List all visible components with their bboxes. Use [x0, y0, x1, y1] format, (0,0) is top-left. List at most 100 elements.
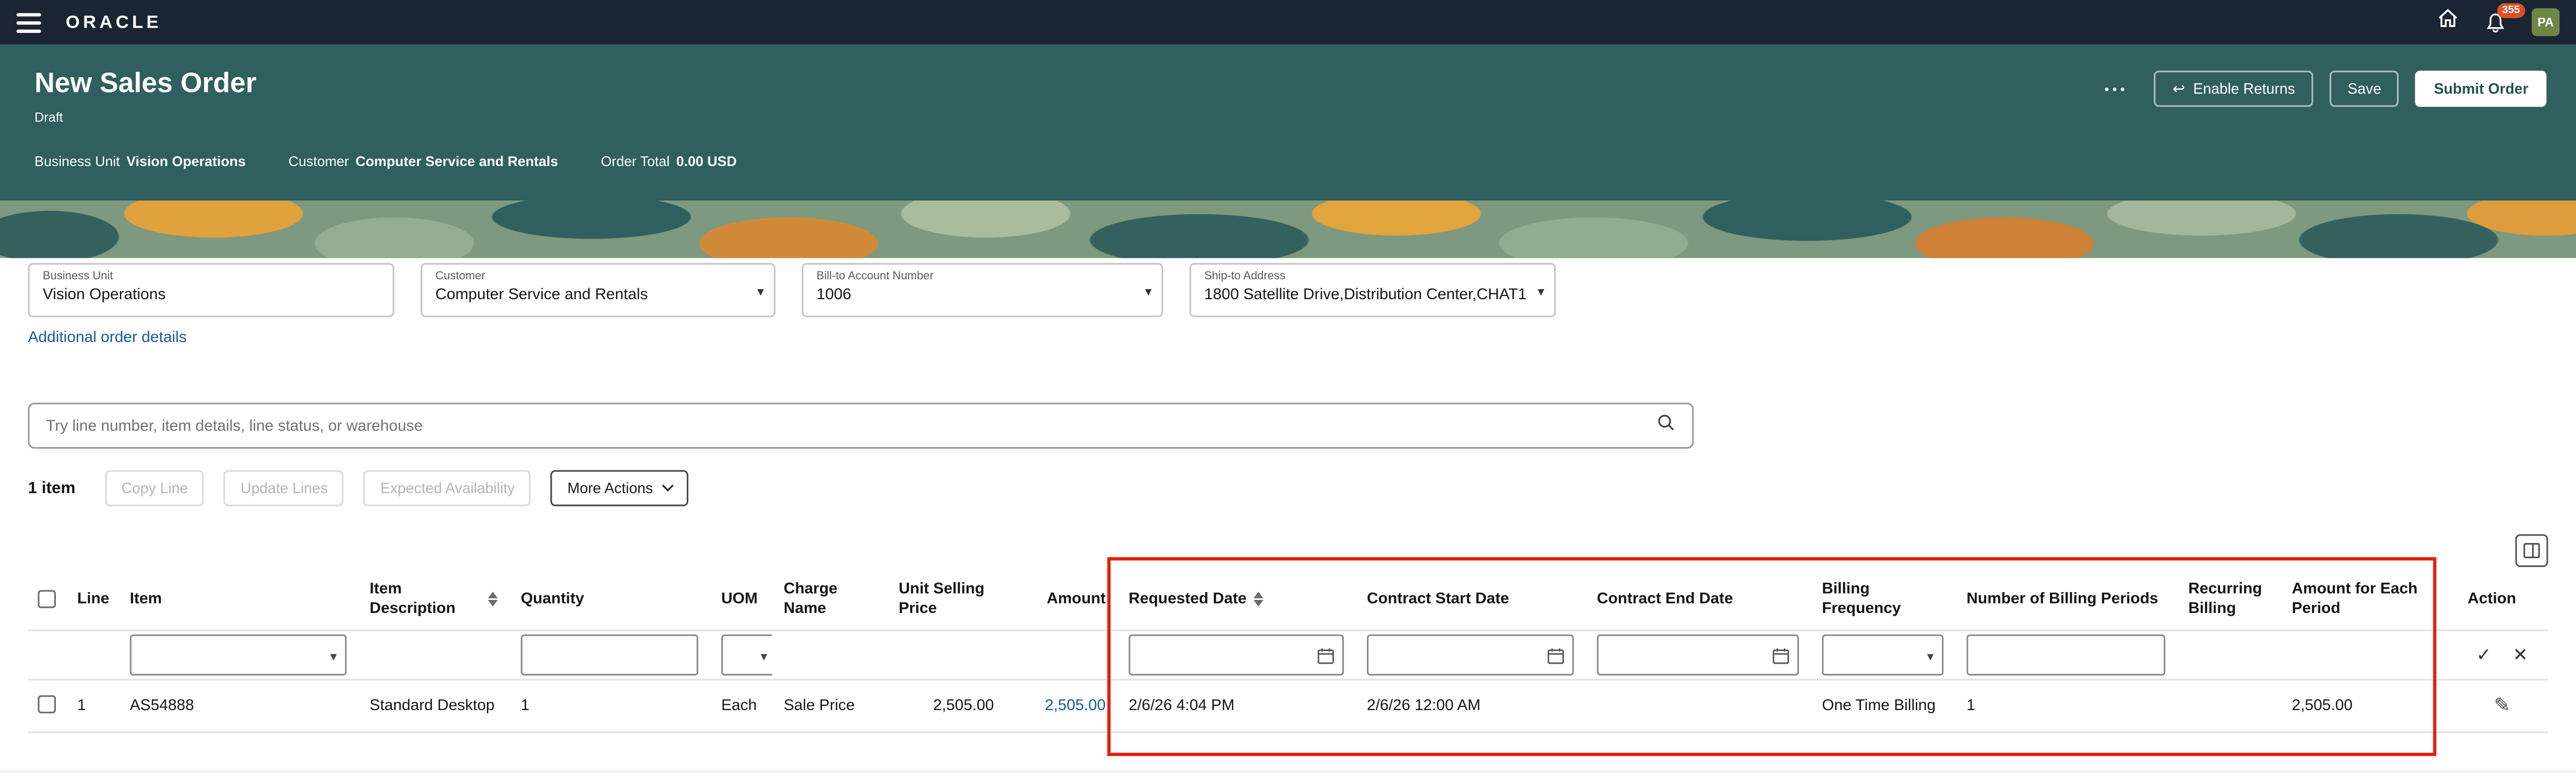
page-header: New Sales Order Draft Business Unit Visi… [0, 44, 2576, 200]
sort-icon[interactable] [1253, 592, 1263, 607]
business-unit-field[interactable]: Business Unit Vision Operations [28, 263, 395, 317]
col-header-amount: Amount [1006, 570, 1117, 629]
order-lines-table-wrap: Line Item Item Description Quantity UOM … [28, 570, 2548, 732]
filter-contract-start-date-input[interactable] [1367, 634, 1574, 675]
more-options-icon[interactable]: ••• [2104, 81, 2128, 96]
cell-amount-for-each-period: 2,505.00 [2280, 679, 2456, 731]
cell-quantity: 1 [509, 679, 710, 731]
order-summary-meta: Business Unit Vision Operations Customer… [34, 154, 2542, 170]
expected-availability-button[interactable]: Expected Availability [364, 470, 531, 506]
order-lines-section: Line Item Item Description Quantity UOM … [28, 534, 2548, 732]
select-all-checkbox[interactable] [38, 589, 56, 608]
order-lines-table: Line Item Item Description Quantity UOM … [28, 570, 2548, 732]
cell-line: 1 [66, 679, 118, 731]
col-header-uom: UOM [710, 570, 772, 629]
cell-requested-date: 2/6/26 4:04 PM [1117, 679, 1355, 731]
home-icon[interactable] [2436, 7, 2459, 38]
ship-to-address-field[interactable]: Ship-to Address 1800 Satellite Drive,Dis… [1189, 263, 1556, 317]
col-header-number-of-billing-periods: Number of Billing Periods [1955, 570, 2177, 629]
main-content: Business Unit Vision Operations Customer… [0, 263, 2576, 772]
header-action-buttons: ••• ↩ Enable Returns Save Submit Order [2104, 70, 2546, 107]
filter-billing-periods-input[interactable] [1966, 634, 2165, 675]
enable-returns-button[interactable]: ↩ Enable Returns [2154, 70, 2313, 107]
edit-pencil-icon[interactable]: ✎ [2467, 693, 2536, 716]
cell-unit-selling-price: 2,505.00 [887, 679, 1006, 731]
more-actions-button[interactable]: More Actions [551, 470, 689, 506]
col-header-contract-end-date: Contract End Date [1585, 570, 1810, 629]
sort-icon[interactable] [488, 592, 498, 607]
col-header-item-description[interactable]: Item Description [358, 570, 509, 629]
row-checkbox[interactable] [38, 696, 56, 714]
lines-toolbar: 1 item Copy Line Update Lines Expected A… [28, 470, 2548, 506]
chevron-down-icon: ▾ [760, 648, 767, 663]
hamburger-menu-icon[interactable] [16, 13, 41, 32]
cell-uom: Each [710, 679, 772, 731]
order-header-fields: Business Unit Vision Operations Customer… [28, 263, 2548, 317]
oracle-logo: ORACLE [66, 13, 162, 32]
submit-order-button[interactable]: Submit Order [2416, 70, 2546, 107]
decorative-banner [0, 200, 2576, 258]
filter-uom-select[interactable]: ▾ [721, 634, 772, 675]
status-badge: Draft [34, 111, 2542, 125]
order-line-row[interactable]: 1 AS54888 Standard Desktop 1 Each Sale P… [28, 679, 2548, 731]
columns-icon [2522, 541, 2542, 561]
return-arrow-icon: ↩ [2173, 81, 2185, 96]
cell-contract-end-date [1585, 679, 1810, 731]
cell-item: AS54888 [118, 679, 359, 731]
chevron-down-icon: ▾ [330, 648, 337, 663]
filter-contract-end-date [1597, 634, 1799, 675]
cell-billing-frequency: One Time Billing [1810, 679, 1955, 731]
customer-field[interactable]: Customer Computer Service and Rentals ▾ [421, 263, 776, 317]
cell-recurring-billing [2177, 679, 2280, 731]
col-header-action: Action [2456, 570, 2548, 629]
cell-item-description: Standard Desktop [358, 679, 509, 731]
col-header-quantity: Quantity [509, 570, 710, 629]
line-search-input[interactable] [46, 417, 1643, 435]
bill-to-account-field[interactable]: Bill-to Account Number 1006 ▾ [802, 263, 1163, 317]
chevron-down-icon[interactable]: ▾ [1537, 285, 1544, 299]
filter-contract-start-date [1367, 634, 1574, 675]
col-header-charge-name: Charge Name [772, 570, 887, 629]
cell-charge-name: Sale Price [772, 679, 887, 731]
col-header-unit-selling-price: Unit Selling Price [887, 570, 1006, 629]
col-header-line: Line [66, 570, 118, 629]
copy-line-button[interactable]: Copy Line [105, 470, 205, 506]
app-window: ORACLE 355 PA New Sales Order Draft Busi… [0, 0, 2576, 779]
chevron-down-icon [663, 480, 674, 491]
table-header-row: Line Item Item Description Quantity UOM … [28, 570, 2548, 629]
meta-business-unit: Business Unit Vision Operations [34, 154, 246, 170]
additional-order-details-link[interactable]: Additional order details [28, 329, 187, 347]
col-header-contract-start-date: Contract Start Date [1355, 570, 1585, 629]
manage-columns-button[interactable] [2515, 534, 2548, 567]
chevron-down-icon: ▾ [1927, 648, 1934, 663]
calendar-icon[interactable] [1771, 645, 1791, 665]
update-lines-button[interactable]: Update Lines [224, 470, 344, 506]
col-header-billing-frequency: Billing Frequency [1810, 570, 1955, 629]
col-header-requested-date[interactable]: Requested Date [1117, 570, 1355, 629]
cell-contract-start-date: 2/6/26 12:00 AM [1355, 679, 1585, 731]
filter-contract-end-date-input[interactable] [1597, 634, 1799, 675]
line-search-bar [28, 403, 1694, 448]
filter-item-select[interactable]: ▾ [130, 634, 347, 675]
user-avatar[interactable]: PA [2532, 8, 2560, 37]
calendar-icon[interactable] [1316, 645, 1336, 665]
apply-filter-check-icon[interactable]: ✓ [2476, 643, 2491, 665]
save-button[interactable]: Save [2330, 70, 2400, 107]
search-icon[interactable] [1656, 411, 1676, 441]
calendar-icon[interactable] [1546, 645, 1566, 665]
chevron-down-icon[interactable]: ▾ [757, 285, 764, 299]
filter-quantity-input[interactable] [521, 634, 698, 675]
filter-billing-frequency-select[interactable]: ▾ [1822, 634, 1943, 675]
notifications-bell-icon[interactable]: 355 [2484, 10, 2507, 33]
chevron-down-icon[interactable]: ▾ [1145, 285, 1152, 299]
clear-filter-close-icon[interactable]: ✕ [2513, 643, 2528, 665]
col-header-recurring-billing: Recurring Billing [2177, 570, 2280, 629]
table-filter-row: ▾ ▾ [28, 630, 2548, 679]
topbar-right-cluster: 355 PA [2436, 7, 2559, 38]
cell-number-of-billing-periods: 1 [1955, 679, 2177, 731]
filter-requested-date-input[interactable] [1129, 634, 1344, 675]
meta-order-total: Order Total 0.00 USD [601, 154, 736, 170]
amount-link[interactable]: 2,505.00 [1045, 696, 1105, 714]
meta-customer: Customer Computer Service and Rentals [289, 154, 558, 170]
notification-count-badge: 355 [2497, 3, 2525, 19]
